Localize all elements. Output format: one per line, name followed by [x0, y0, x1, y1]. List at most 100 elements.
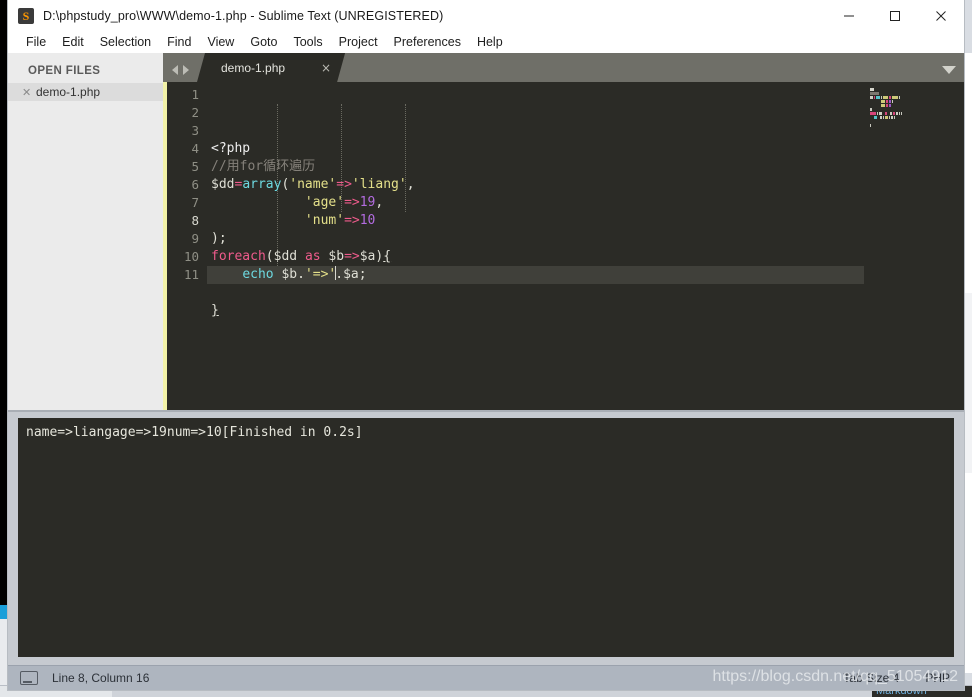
menu-goto[interactable]: Goto	[242, 31, 285, 53]
minimap-segment	[889, 96, 891, 99]
minimap-segment	[870, 92, 879, 95]
minimize-button[interactable]	[826, 0, 872, 31]
line-number-active: 8	[191, 213, 199, 228]
code-token: =>	[336, 177, 352, 192]
minimap-segment	[885, 112, 887, 115]
line-number: 4	[191, 141, 199, 156]
menu-find[interactable]: Find	[159, 31, 199, 53]
menu-tools[interactable]: Tools	[285, 31, 330, 53]
minimap-segment	[889, 116, 890, 119]
code-line: foreach($dd as $b=>$a){	[207, 248, 864, 266]
minimap-row	[870, 92, 940, 95]
minimap-row	[870, 108, 940, 111]
build-output-text[interactable]: name=>liangage=>19num=>10[Finished in 0.…	[18, 418, 954, 657]
syntax-indicator[interactable]: PHP	[925, 671, 950, 685]
minimap-segment	[886, 100, 888, 103]
menu-project[interactable]: Project	[331, 31, 386, 53]
next-tab-arrow-icon[interactable]	[183, 65, 189, 75]
sidebar-section-open-files: OPEN FILES	[28, 65, 101, 77]
line-number: 5	[191, 159, 199, 174]
menu-view[interactable]: View	[199, 31, 242, 53]
minimap-row	[870, 100, 940, 103]
sublime-text-icon	[18, 7, 34, 24]
minimap-segment	[870, 88, 874, 91]
line-number-gutter: 1 2 3 4 5 6 7 8 9 10 11	[167, 82, 207, 410]
code-line: );	[207, 230, 864, 248]
menu-edit[interactable]: Edit	[54, 31, 92, 53]
code-token: .	[335, 267, 344, 282]
minimap[interactable]	[864, 82, 952, 410]
close-icon[interactable]: ✕	[22, 86, 34, 99]
minimap-row	[870, 120, 940, 123]
line-number: 6	[191, 177, 199, 192]
code-token: );	[211, 231, 227, 246]
minimap-row	[870, 104, 940, 107]
minimap-segment	[883, 116, 884, 119]
minimap-segment	[899, 112, 900, 115]
build-output-panel: name=>liangage=>19num=>10[Finished in 0.…	[8, 410, 964, 665]
minimap-segment	[889, 104, 891, 107]
line-number: 7	[191, 195, 199, 210]
tab-size-indicator[interactable]: Tab Size 4	[843, 671, 899, 685]
window-title: D:\phpstudy_pro\WWW\demo-1.php - Sublime…	[43, 8, 444, 23]
maximize-button[interactable]	[872, 0, 918, 31]
menu-preferences[interactable]: Preferences	[386, 31, 469, 53]
code-token: $b	[328, 249, 345, 264]
sidebar-item-label: demo-1.php	[36, 85, 101, 99]
code-token: =>	[344, 213, 360, 228]
code-token: }	[211, 303, 219, 318]
code-token: 10	[359, 213, 376, 228]
minimap-segment	[879, 112, 882, 115]
code-token: as	[304, 249, 321, 264]
code-text-area[interactable]: <?php //用for循环遍历 $dd=array('name'=>'liang'…	[207, 82, 864, 410]
minimap-segment	[876, 96, 880, 99]
console-toggle-icon[interactable]	[20, 671, 38, 685]
sublime-text-window: D:\phpstudy_pro\WWW\demo-1.php - Sublime…	[8, 0, 964, 690]
code-token: 19	[359, 195, 376, 210]
minimap-segment	[881, 100, 885, 103]
line-number: 11	[183, 267, 199, 282]
minimap-segment	[885, 116, 888, 119]
minimap-segment	[886, 104, 888, 107]
tab-navigation	[163, 65, 197, 82]
minimap-segment	[870, 100, 880, 103]
code-token: $b	[281, 267, 298, 282]
tab-close-icon[interactable]: ×	[321, 61, 331, 75]
code-token: 'num'	[304, 213, 345, 228]
minimap-segment	[878, 116, 879, 119]
menu-file[interactable]: File	[18, 31, 54, 53]
code-line: echo $b.'=>'.$a;	[207, 266, 864, 284]
minimap-row	[870, 112, 940, 115]
sidebar-item-demo-1-php[interactable]: ✕ demo-1.php	[8, 83, 163, 101]
menu-selection[interactable]: Selection	[92, 31, 159, 53]
minimap-segment	[870, 112, 876, 115]
close-button[interactable]	[918, 0, 964, 31]
code-editor[interactable]: 1 2 3 4 5 6 7 8 9 10 11 <?php //用for循环遍历…	[163, 82, 964, 410]
code-token: .	[297, 267, 305, 282]
code-token: (	[265, 249, 274, 264]
cursor-position: Line 8, Column 16	[52, 671, 150, 685]
menu-help[interactable]: Help	[469, 31, 511, 53]
minimap-segment	[870, 104, 880, 107]
status-bar: Line 8, Column 16 Tab Size 4 PHP https:/…	[8, 665, 964, 690]
code-token: $dd	[211, 177, 235, 192]
code-token: ,	[406, 177, 415, 192]
title-bar[interactable]: D:\phpstudy_pro\WWW\demo-1.php - Sublime…	[8, 0, 964, 31]
code-token: array	[242, 177, 282, 192]
minimap-segment	[874, 96, 875, 99]
previous-tab-arrow-icon[interactable]	[172, 65, 178, 75]
tab-demo-1-php[interactable]: demo-1.php ×	[197, 53, 345, 82]
minimap-segment	[883, 96, 888, 99]
minimap-row	[870, 128, 940, 131]
chevron-down-icon[interactable]	[942, 66, 956, 74]
code-token: '=>'	[304, 267, 337, 282]
code-token: =>	[344, 195, 360, 210]
code-token: 'name'	[289, 177, 337, 192]
minimap-segment	[899, 96, 900, 99]
code-token: 'liang'	[351, 177, 407, 192]
code-line: }	[207, 302, 864, 320]
minimap-segment	[870, 116, 873, 119]
